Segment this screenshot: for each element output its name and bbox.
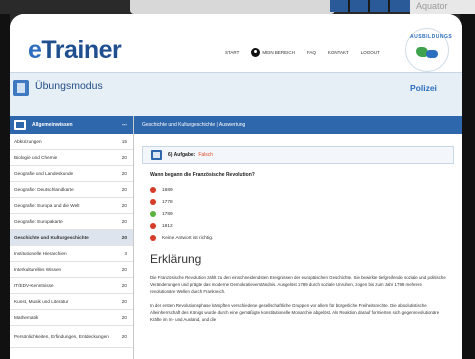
- sidebar-item[interactable]: Biologie und Chemie 20: [10, 150, 133, 166]
- answer-option: 1789: [150, 208, 462, 220]
- background-paper: [130, 0, 335, 14]
- site-header: eTrainer START MEIN BEREICH FAQ KONTAKT …: [10, 14, 462, 72]
- result-dot-icon: [150, 211, 156, 217]
- task-box: 6) Aufgabe: Falsch: [142, 146, 454, 164]
- nav-mein-bereich[interactable]: MEIN BEREICH: [251, 48, 295, 57]
- background-binding: [330, 0, 410, 12]
- book-icon: [13, 80, 29, 96]
- nav-logout[interactable]: LOGOUT: [361, 50, 380, 55]
- main-nav: START MEIN BEREICH FAQ KONTAKT LOGOUT: [225, 48, 380, 57]
- result-dot-icon: [150, 187, 156, 193]
- answer-option: 1778: [150, 196, 462, 208]
- explanation-paragraph: Die Französische Revolution zählt zu den…: [150, 275, 446, 294]
- nav-faq[interactable]: FAQ: [307, 50, 316, 55]
- sidebar-header[interactable]: Allgemeinwissen ---: [10, 116, 133, 134]
- task-label: 6) Aufgabe:: [168, 152, 196, 158]
- sidebar-item[interactable]: Mathematik 20: [10, 310, 133, 326]
- ausbildungspark-logo: AUSBILDUNGS: [405, 28, 452, 72]
- result-dot-icon: [150, 235, 156, 241]
- answer-option: 1812: [150, 220, 462, 232]
- explanation-heading: Erklärung: [150, 252, 202, 266]
- sidebar-item[interactable]: Geografie: Europakarte 20: [10, 214, 133, 230]
- sidebar-item[interactable]: Kunst, Musik und Literatur 20: [10, 294, 133, 310]
- sidebar-item[interactable]: Abkürzungen 15: [10, 134, 133, 150]
- user-icon: [251, 48, 261, 57]
- sidebar-item-selected[interactable]: Geschichte und Kulturgeschichte 20: [10, 230, 133, 246]
- result-dot-icon: [150, 223, 156, 229]
- background-brand-fragment: Aquator: [410, 0, 475, 14]
- nav-kontakt[interactable]: KONTAKT: [328, 50, 349, 55]
- nav-start[interactable]: START: [225, 50, 239, 55]
- breadcrumb: Geschichte und Kulturgeschichte | Auswer…: [134, 116, 462, 134]
- result-dot-icon: [150, 199, 156, 205]
- task-status: Falsch: [198, 152, 214, 158]
- sidebar-item[interactable]: Institutionelle Hierarchien 3: [10, 246, 133, 262]
- task-icon: [151, 150, 162, 160]
- sidebar-item[interactable]: Geografie und Landeskunde 20: [10, 166, 133, 182]
- tablet-bezel-right: [460, 14, 475, 359]
- sidebar-item[interactable]: IT/EDV-Kenntnisse 20: [10, 278, 133, 294]
- page-title: Übungsmodus: [35, 80, 103, 92]
- tablet-bezel-left: [0, 14, 10, 359]
- answer-option: Keine Antwort ist richtig.: [150, 232, 462, 244]
- category-label: Polizei: [410, 83, 437, 93]
- sidebar-item[interactable]: Persönlichkeiten, Erfindungen, Entdeckun…: [10, 326, 133, 348]
- tablet-screen: eTrainer START MEIN BEREICH FAQ KONTAKT …: [10, 14, 462, 359]
- evaluation-panel: Geschichte und Kulturgeschichte | Auswer…: [134, 116, 462, 359]
- answer-option: 1689: [150, 184, 462, 196]
- etrainer-logo[interactable]: eTrainer: [28, 36, 122, 65]
- category-icon: [14, 120, 26, 130]
- sidebar-item[interactable]: Geografie: Europa und die Welt 20: [10, 198, 133, 214]
- sidebar-item[interactable]: Interkulturelles Wissen 20: [10, 262, 133, 278]
- category-sidebar: Allgemeinwissen --- Abkürzungen 15 Biolog…: [10, 116, 134, 359]
- explanation-paragraph: In der ersten Revolutionsphase kämpften …: [150, 303, 440, 322]
- question-text: Wann begann die Französische Revolution?: [150, 172, 255, 178]
- sidebar-item[interactable]: Geografie: Deutschlandkarte 20: [10, 182, 133, 198]
- mode-bar: [10, 72, 462, 116]
- answer-list: 1689 1778 1789 1812 Keine Antwort ist ri…: [150, 184, 462, 244]
